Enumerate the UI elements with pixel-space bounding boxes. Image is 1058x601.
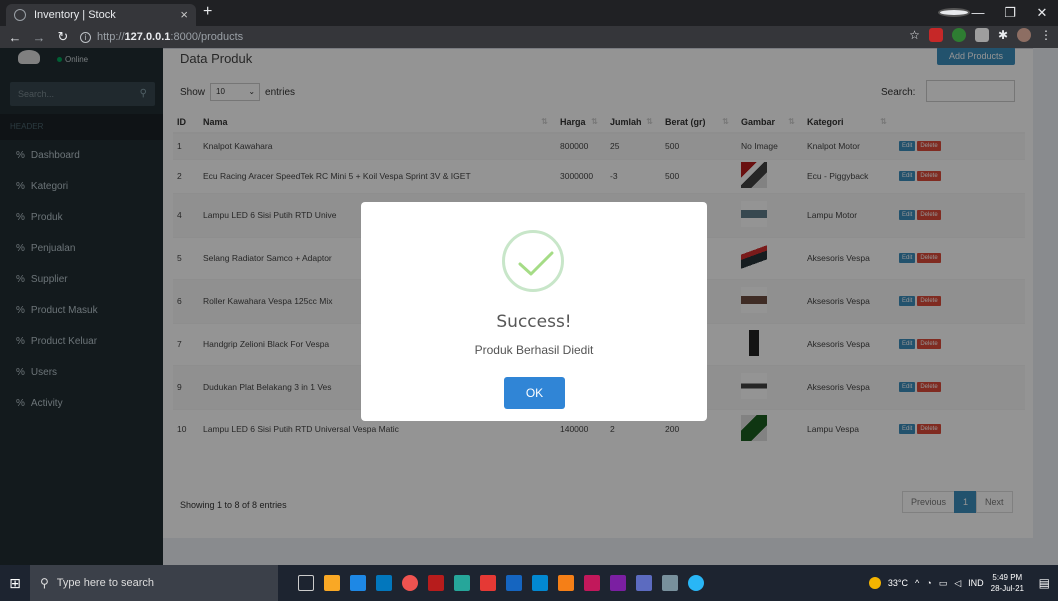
dialog-title: Success! xyxy=(496,312,572,332)
app-icon[interactable] xyxy=(584,575,600,591)
windows-start-icon[interactable]: ⊞ xyxy=(0,575,30,592)
maximize-button[interactable]: ❐ xyxy=(994,0,1026,26)
window-controls: — ❐ ✕ xyxy=(938,0,1058,26)
globe-icon xyxy=(14,9,26,21)
app-icon[interactable] xyxy=(558,575,574,591)
browser-tab-bar: Inventory | Stock × + — ❐ ✕ xyxy=(0,0,1058,26)
info-icon[interactable]: i xyxy=(80,31,91,43)
taskbar-search[interactable]: ⚲ Type here to search xyxy=(30,565,278,601)
app-icon[interactable] xyxy=(610,575,626,591)
taskbar: ⊞ ⚲ Type here to search 33°C ^ ◔ ▭ ◁ IND… xyxy=(0,565,1058,601)
url-path: :8000/products xyxy=(170,31,244,43)
volume-icon[interactable]: ◁ xyxy=(954,578,961,589)
search-icon: ⚲ xyxy=(40,576,49,590)
extension-icon[interactable] xyxy=(951,28,966,42)
new-tab-button[interactable]: + xyxy=(203,3,212,21)
app-icon[interactable] xyxy=(480,575,496,591)
puzzle-icon[interactable]: ✱ xyxy=(998,28,1008,42)
close-tab-icon[interactable]: × xyxy=(180,7,188,22)
minimize-button[interactable]: — xyxy=(962,0,994,26)
extension-icon[interactable] xyxy=(974,28,989,42)
tab-title: Inventory | Stock xyxy=(34,9,116,21)
success-check-icon xyxy=(502,230,564,292)
mail-icon[interactable] xyxy=(376,575,392,591)
bookmark-star-icon[interactable]: ☆ xyxy=(909,28,920,42)
vscode-icon[interactable] xyxy=(350,575,366,591)
app-icon[interactable] xyxy=(662,575,678,591)
network-icon[interactable]: ◔ xyxy=(926,578,931,588)
forward-arrow-icon[interactable]: → xyxy=(30,30,48,45)
close-window-button[interactable]: ✕ xyxy=(1026,0,1058,26)
task-view-icon[interactable] xyxy=(298,575,314,591)
browser-toolbar: ← → ↻ i http://127.0.0.1:8000/products ☆… xyxy=(0,26,1058,48)
ok-button[interactable]: OK xyxy=(504,377,565,409)
temperature[interactable]: 33°C xyxy=(888,578,908,588)
reload-icon[interactable]: ↻ xyxy=(54,29,72,45)
url-prefix: http:// xyxy=(97,31,125,43)
dialog-message: Produk Berhasil Diedit xyxy=(474,343,594,357)
chevron-up-icon[interactable]: ^ xyxy=(915,578,919,588)
app-icon[interactable] xyxy=(636,575,652,591)
chrome-icon[interactable] xyxy=(402,575,418,591)
app-icon[interactable] xyxy=(454,575,470,591)
extension-icon[interactable] xyxy=(928,28,943,42)
weather-icon[interactable] xyxy=(868,577,881,589)
menu-dots-icon[interactable]: ⋮ xyxy=(1040,28,1052,42)
language-indicator[interactable]: IND xyxy=(968,578,984,588)
taskbar-apps xyxy=(298,575,704,591)
back-arrow-icon[interactable]: ← xyxy=(6,30,24,45)
profile-avatar[interactable] xyxy=(1017,28,1031,42)
photos-icon[interactable] xyxy=(532,575,548,591)
record-icon[interactable] xyxy=(938,0,970,26)
word-icon[interactable] xyxy=(506,575,522,591)
battery-icon[interactable]: ▭ xyxy=(939,578,948,589)
notification-icon[interactable]: ▤ xyxy=(1039,576,1050,590)
browser-tab[interactable]: Inventory | Stock × xyxy=(6,4,196,26)
success-dialog: Success! Produk Berhasil Diedit OK xyxy=(361,202,707,421)
clock-time: 5:49 PM xyxy=(992,573,1023,582)
help-icon[interactable] xyxy=(688,575,704,591)
clock[interactable]: 5:49 PM 28-Jul-21 xyxy=(991,572,1024,594)
taskbar-search-placeholder: Type here to search xyxy=(56,577,155,589)
clock-date: 28-Jul-21 xyxy=(990,584,1024,593)
system-tray: 33°C ^ ◔ ▭ ◁ IND 5:49 PM 28-Jul-21 xyxy=(868,565,1024,601)
netflix-icon[interactable] xyxy=(428,575,444,591)
file-explorer-icon[interactable] xyxy=(324,575,340,591)
address-bar[interactable]: i http://127.0.0.1:8000/products xyxy=(80,31,243,43)
extensions-bar: ☆ ✱ ⋮ xyxy=(909,28,1052,42)
url-host: 127.0.0.1 xyxy=(124,31,171,43)
